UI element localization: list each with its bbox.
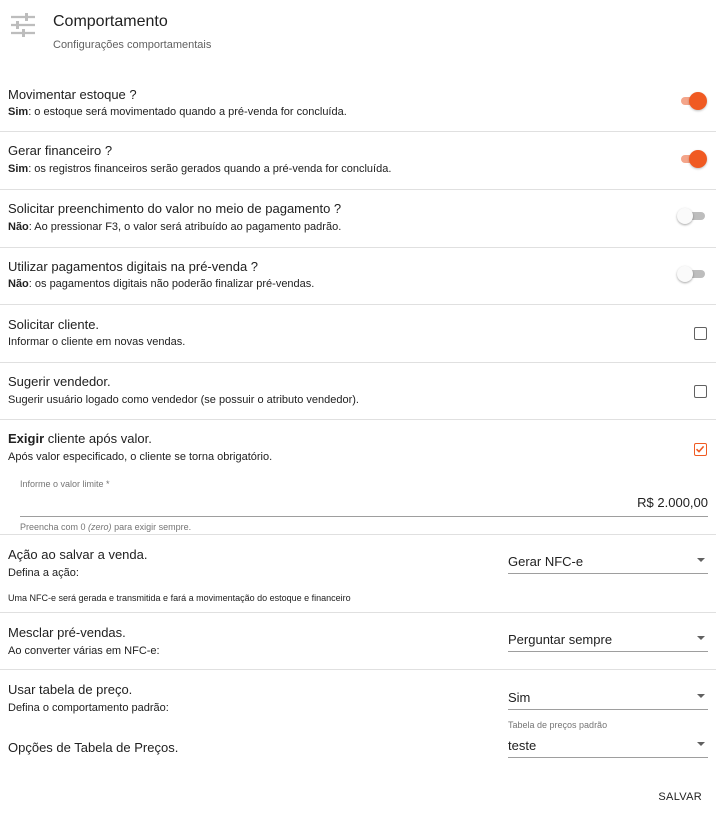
setting-title: Opções de Tabela de Preços.: [8, 740, 179, 755]
chevron-down-icon: [697, 742, 705, 746]
setting-description: Informar o cliente em novas vendas.: [8, 336, 186, 348]
setting-title: Gerar financeiro ?: [8, 143, 113, 158]
setting-title: Exigir cliente após valor.: [8, 431, 152, 446]
mesclar-prevendas-select[interactable]: Perguntar sempre: [508, 626, 708, 652]
setting-description: Ao converter várias em NFC-e:: [8, 645, 160, 657]
select-value: Perguntar sempre: [508, 632, 613, 647]
setting-description: Defina o comportamento padrão:: [8, 702, 169, 714]
preenchimento-toggle[interactable]: [677, 207, 707, 225]
tabela-padrao-label: Tabela de preços padrão: [508, 720, 608, 730]
setting-sugerir-vendedor: Sugerir vendedor. Sugerir usuário logado…: [0, 363, 716, 420]
chevron-down-icon: [697, 558, 705, 562]
sliders-icon: [11, 13, 35, 37]
setting-description: Não: Ao pressionar F3, o valor será atri…: [8, 221, 342, 233]
setting-title: Ação ao salvar a venda.: [8, 547, 148, 562]
select-value: Sim: [508, 690, 531, 705]
setting-title: Solicitar preenchimento do valor no meio…: [8, 201, 342, 216]
valor-limite-hint: Preencha com 0 (zero) para exigir sempre…: [20, 522, 192, 532]
setting-title: Sugerir vendedor.: [8, 374, 111, 389]
setting-description: Sugerir usuário logado como vendedor (se…: [8, 394, 359, 406]
setting-usar-tabela-preco: Usar tabela de preço. Defina o comportam…: [0, 670, 716, 720]
setting-solicitar-cliente: Solicitar cliente. Informar o cliente em…: [0, 305, 716, 363]
setting-title: Solicitar cliente.: [8, 317, 100, 332]
page-title: Comportamento: [53, 13, 168, 30]
setting-title: Mesclar pré-vendas.: [8, 625, 126, 640]
pagamentos-digitais-toggle[interactable]: [677, 265, 707, 283]
tabela-padrao-select[interactable]: teste: [508, 732, 708, 758]
setting-pagamentos-digitais: Utilizar pagamentos digitais na pré-vend…: [0, 248, 716, 305]
setting-exigir-cliente: Exigir cliente após valor. Após valor es…: [0, 420, 716, 535]
setting-opcoes-tabela: Opções de Tabela de Preços. Tabela de pr…: [0, 720, 716, 770]
save-button[interactable]: SALVAR: [658, 791, 702, 803]
setting-acao-salvar: Ação ao salvar a venda. Defina a ação: G…: [0, 535, 716, 613]
page-subtitle: Configurações comportamentais: [53, 39, 212, 51]
setting-title: Utilizar pagamentos digitais na pré-vend…: [8, 259, 259, 274]
sugerir-vendedor-checkbox[interactable]: [694, 385, 707, 398]
chevron-down-icon: [697, 694, 705, 698]
section-header: Comportamento Configurações comportament…: [0, 0, 716, 80]
valor-limite-label: Informe o valor limite *: [20, 479, 110, 489]
setting-title: Usar tabela de preço.: [8, 682, 133, 697]
setting-description: Não: os pagamentos digitais não poderão …: [8, 278, 315, 290]
acao-salvar-select[interactable]: Gerar NFC-e: [508, 548, 708, 574]
acao-salvar-note: Uma NFC-e será gerada e transmitida e fa…: [8, 593, 351, 603]
exigir-cliente-checkbox[interactable]: [694, 443, 707, 456]
movimentar-estoque-toggle[interactable]: [679, 92, 707, 110]
setting-title: Movimentar estoque ?: [8, 87, 137, 102]
check-icon: [695, 445, 705, 453]
chevron-down-icon: [697, 636, 705, 640]
setting-description: Sim: o estoque será movimentado quando a…: [8, 106, 347, 118]
setting-gerar-financeiro: Gerar financeiro ? Sim: os registros fin…: [0, 132, 716, 190]
setting-solicitar-preenchimento: Solicitar preenchimento do valor no meio…: [0, 190, 716, 248]
valor-limite-input[interactable]: R$ 2.000,00: [637, 495, 708, 510]
setting-movimentar-estoque: Movimentar estoque ? Sim: o estoque será…: [0, 80, 716, 132]
setting-description: Sim: os registros financeiros serão gera…: [8, 163, 392, 175]
setting-description: Defina a ação:: [8, 567, 79, 579]
valor-limite-underline: [20, 516, 708, 517]
select-value: teste: [508, 738, 537, 753]
setting-mesclar-prevendas: Mesclar pré-vendas. Ao converter várias …: [0, 613, 716, 670]
setting-description: Após valor especificado, o cliente se to…: [8, 451, 273, 463]
solicitar-cliente-checkbox[interactable]: [694, 327, 707, 340]
select-value: Gerar NFC-e: [508, 554, 584, 569]
gerar-financeiro-toggle[interactable]: [679, 150, 707, 168]
usar-tabela-select[interactable]: Sim: [508, 684, 708, 710]
